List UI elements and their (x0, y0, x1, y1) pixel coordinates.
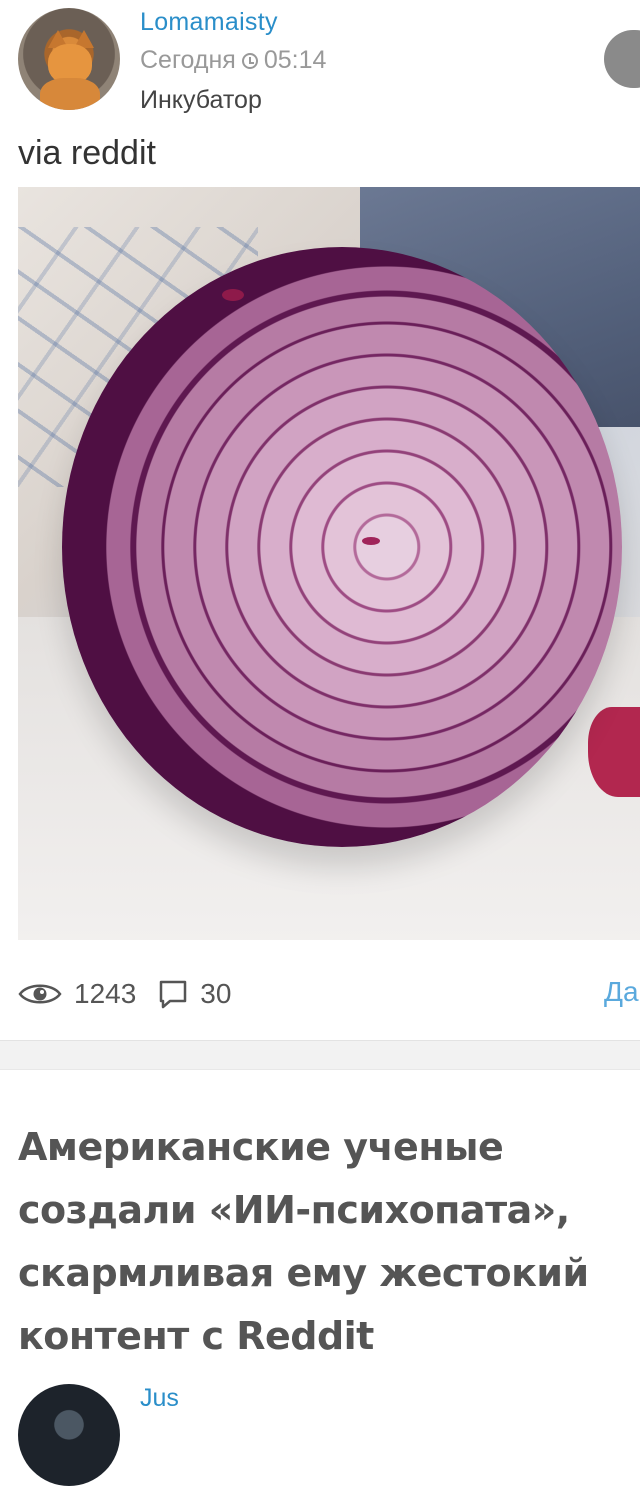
post-text: via reddit (18, 134, 156, 172)
comments-count[interactable]: 30 (200, 978, 231, 1010)
post-date: Сегодня (140, 46, 236, 74)
post-meta: Сегодня 05:14 (140, 46, 326, 75)
feed-divider (0, 1040, 640, 1070)
next-post-title[interactable]: Американские ученые создали «ИИ-психопат… (18, 1116, 640, 1368)
subscribe-button[interactable] (604, 30, 640, 88)
post-stats: 1243 30 (18, 972, 231, 1016)
comment-icon[interactable] (158, 979, 188, 1009)
clock-icon (241, 52, 258, 69)
views-count: 1243 (74, 978, 137, 1009)
onion-slice-image (62, 247, 622, 847)
author-avatar[interactable] (18, 8, 120, 110)
post-image[interactable] (18, 187, 640, 940)
post-time: 05:14 (263, 46, 327, 74)
eye-icon (18, 984, 62, 1004)
author-name[interactable]: Lomamaisty (140, 8, 278, 37)
post-card: Lomamaisty Сегодня 05:14 Инкубатор via r… (0, 0, 640, 1040)
next-post-avatar[interactable] (18, 1384, 120, 1486)
next-post-author[interactable]: Jus (140, 1384, 179, 1413)
community-name[interactable]: Инкубатор (140, 86, 262, 115)
read-more-link[interactable]: Да (604, 976, 639, 1008)
